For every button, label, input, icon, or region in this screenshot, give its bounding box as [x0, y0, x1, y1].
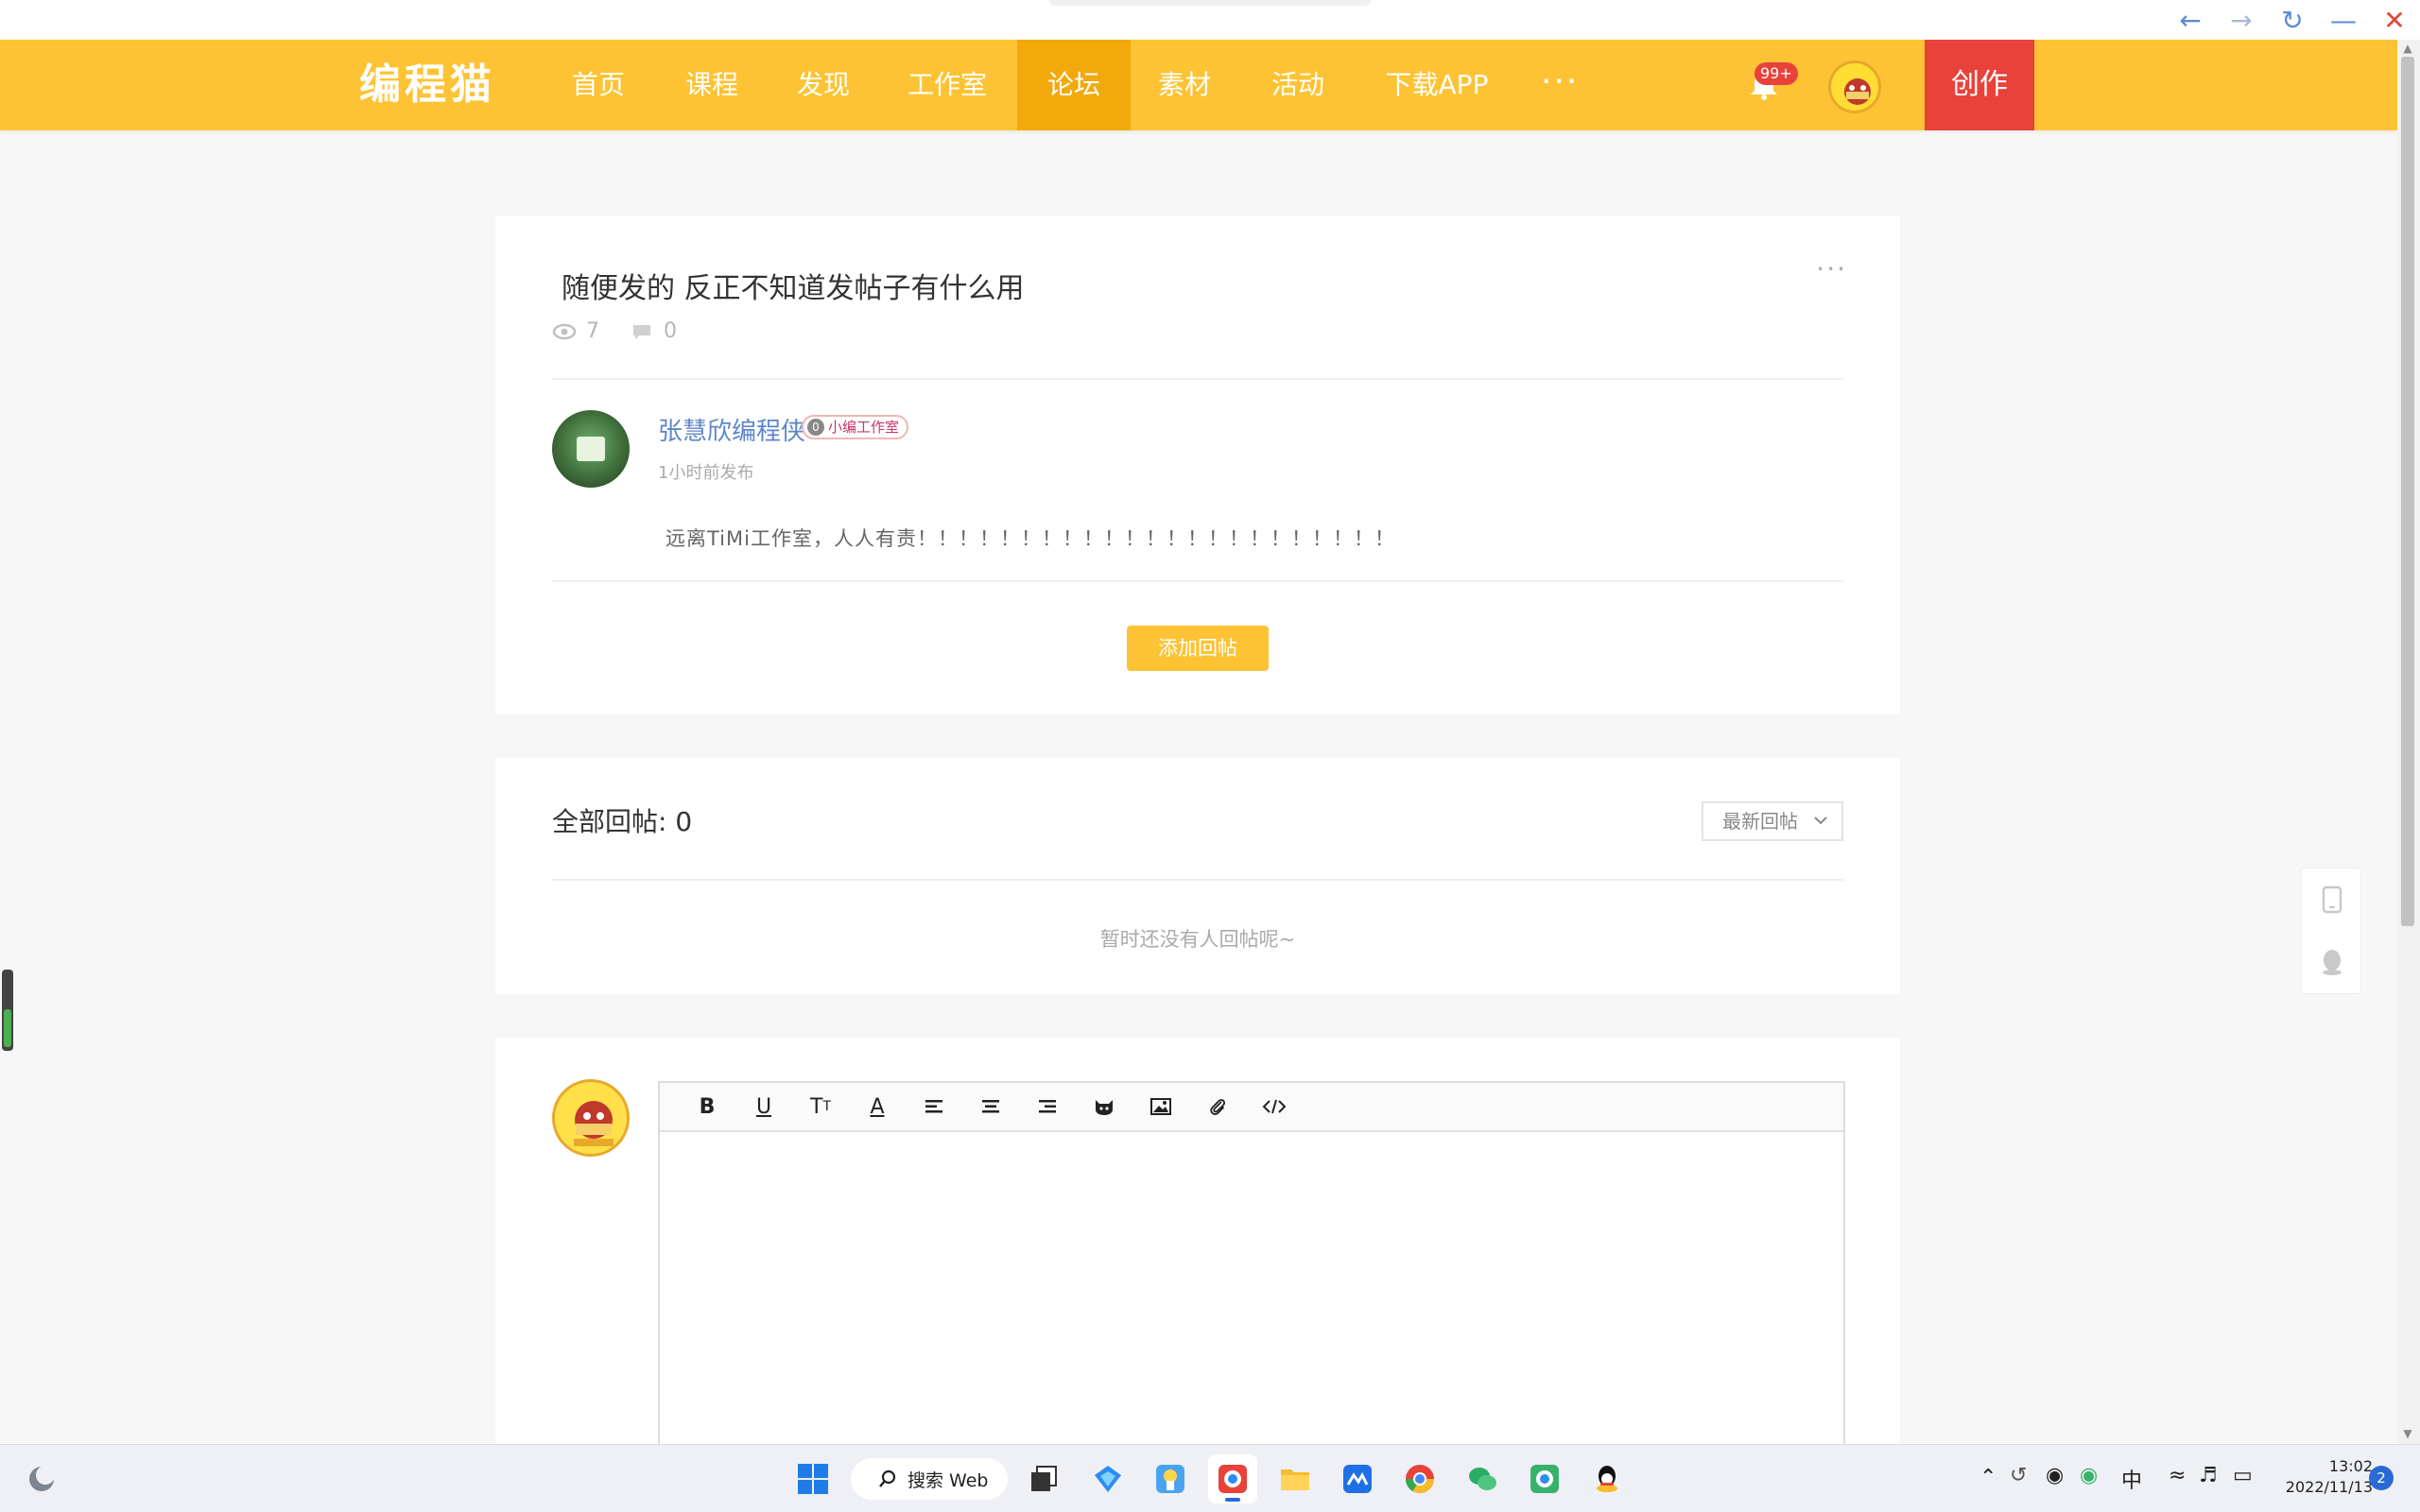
- author-name[interactable]: 张慧欣编程侠: [658, 412, 805, 447]
- mobile-icon[interactable]: [2302, 868, 2362, 931]
- battery-icon[interactable]: ▭: [2233, 1464, 2253, 1487]
- post-title: 随便发的 反正不知道发帖子有什么用: [562, 272, 1025, 305]
- nav-item-courses[interactable]: 课程: [669, 40, 754, 130]
- post-content: 远离TiMi工作室，人人有责！！！！！！！！！！！！！！！！！！！！！！！: [666, 527, 1395, 550]
- nav-item-discover[interactable]: 发现: [781, 40, 866, 130]
- notification-center-badge[interactable]: 2: [2369, 1466, 2394, 1490]
- post-time: 1小时前发布: [658, 463, 754, 483]
- clock-date: 2022/11/13: [2285, 1478, 2373, 1496]
- app-photos-icon[interactable]: [1520, 1454, 1569, 1503]
- nav-item-home[interactable]: 首页: [556, 40, 641, 130]
- search-icon: [879, 1469, 896, 1487]
- title-notch: [1049, 0, 1371, 6]
- nav-item-studio[interactable]: 工作室: [898, 40, 996, 130]
- align-left-icon[interactable]: [906, 1082, 962, 1131]
- replies-title: 全部回帖: 0: [552, 806, 693, 837]
- author-avatar[interactable]: [552, 410, 630, 488]
- wifi-icon[interactable]: ≈: [2169, 1464, 2186, 1487]
- code-icon[interactable]: [1246, 1082, 1303, 1131]
- post-stats: 7 0: [552, 319, 677, 343]
- tray-overflow-icon[interactable]: ⌃: [1979, 1466, 1996, 1489]
- scroll-down-icon[interactable]: ▼: [2402, 1427, 2413, 1440]
- nav-item-forum[interactable]: 论坛: [1017, 40, 1131, 130]
- editor-toolbar: B U TT A: [660, 1083, 1843, 1132]
- replies-card: 全部回帖: 0 最新回帖 暂时还没有人回帖呢~: [495, 758, 1900, 994]
- window-titlebar: ← → ↻ — ✕: [0, 0, 2420, 40]
- sort-label: 最新回帖: [1722, 810, 1798, 833]
- image-icon[interactable]: [1132, 1082, 1189, 1131]
- reply-editor-card: B U TT A: [495, 1038, 1900, 1459]
- bold-icon[interactable]: B: [679, 1082, 735, 1131]
- wechat-icon[interactable]: [1458, 1454, 1507, 1503]
- scroll-thumb[interactable]: [2401, 57, 2414, 926]
- post-divider: [552, 378, 1843, 380]
- chrome-icon[interactable]: [1395, 1454, 1444, 1503]
- badge-level: 0: [807, 419, 824, 436]
- post-card: 随便发的 反正不知道发帖子有什么用 ··· 7 0 张慧欣编程侠 0 小编工作室…: [495, 215, 1900, 714]
- side-float-panel: [2301, 868, 2361, 994]
- taskbar-search[interactable]: 搜索 Web: [851, 1458, 1008, 1500]
- current-user-avatar: [552, 1079, 630, 1157]
- qq-icon[interactable]: [2302, 931, 2362, 993]
- close-icon[interactable]: ✕: [2378, 4, 2411, 36]
- qq-tray-icon[interactable]: ◉: [2046, 1464, 2064, 1487]
- start-icon[interactable]: [788, 1454, 838, 1503]
- volume-muted-icon[interactable]: ♬: [2199, 1464, 2218, 1487]
- taskbar-clock[interactable]: 13:02 2022/11/13: [2269, 1456, 2373, 1498]
- create-button[interactable]: 创作: [1925, 40, 2034, 130]
- app-feishu-icon[interactable]: [1083, 1454, 1132, 1503]
- scroll-up-icon[interactable]: ▲: [2402, 42, 2413, 55]
- task-view-icon[interactable]: [1019, 1454, 1068, 1503]
- weather-icon[interactable]: [17, 1454, 66, 1503]
- replies-divider: [552, 879, 1843, 881]
- sync-icon[interactable]: ↺: [2010, 1464, 2027, 1487]
- eye-icon: [552, 323, 577, 339]
- empty-replies-text: 暂时还没有人回帖呢~: [1099, 928, 1296, 951]
- align-right-icon[interactable]: [1019, 1082, 1076, 1131]
- app-tencent-meeting-icon[interactable]: [1333, 1454, 1382, 1503]
- refresh-icon[interactable]: ↻: [2276, 4, 2308, 36]
- clock-time: 13:02: [2328, 1457, 2373, 1475]
- app-maps-icon[interactable]: [1146, 1454, 1195, 1503]
- align-center-icon[interactable]: [962, 1082, 1019, 1131]
- comment-icon: [633, 324, 650, 339]
- app-codemao-icon[interactable]: [1208, 1454, 1257, 1503]
- post-more-icon[interactable]: ···: [1816, 253, 1847, 284]
- attachment-icon[interactable]: [1189, 1082, 1246, 1131]
- site-navbar: 编程猫 首页 课程 发现 工作室 论坛 素材 活动 下载APP ··· 99+ …: [0, 40, 2397, 130]
- add-reply-button[interactable]: 添加回帖: [1127, 626, 1269, 671]
- nav-item-download-app[interactable]: 下载APP: [1374, 40, 1499, 130]
- underline-icon[interactable]: U: [735, 1082, 792, 1131]
- sort-select[interactable]: 最新回帖: [1702, 801, 1843, 841]
- user-avatar[interactable]: [1828, 60, 1881, 113]
- badge-label: 小编工作室: [828, 419, 900, 436]
- chevron-down-icon: [1814, 816, 1827, 825]
- comment-count: 0: [664, 319, 677, 343]
- nav-item-materials[interactable]: 素材: [1142, 40, 1227, 130]
- nav-item-activities[interactable]: 活动: [1255, 40, 1340, 130]
- volume-slider[interactable]: [2, 970, 13, 1051]
- minimize-icon[interactable]: —: [2327, 4, 2360, 36]
- taskbar: 搜索 Web ⌃ ↺ ◉ ◉ 中 ≈ ♬ ▭ 13:02 2022/11/13 …: [0, 1444, 2420, 1512]
- notification-badge: 99+: [1754, 62, 1798, 85]
- file-explorer-icon[interactable]: [1270, 1454, 1320, 1503]
- author-studio-badge[interactable]: 0 小编工作室: [802, 415, 909, 439]
- security-tray-icon[interactable]: ◉: [2080, 1464, 2098, 1487]
- nav-more-icon[interactable]: ···: [1541, 40, 1579, 130]
- font-color-icon[interactable]: A: [849, 1082, 906, 1131]
- site-logo[interactable]: 编程猫: [359, 57, 495, 113]
- qq-app-icon[interactable]: [1582, 1454, 1632, 1503]
- reply-editor[interactable]: B U TT A: [658, 1081, 1845, 1459]
- ime-indicator[interactable]: 中: [2121, 1464, 2142, 1494]
- emoji-icon[interactable]: [1076, 1082, 1132, 1131]
- back-icon[interactable]: ←: [2174, 4, 2206, 36]
- content-divider: [552, 580, 1843, 582]
- text-size-icon[interactable]: TT: [792, 1082, 849, 1131]
- search-label: 搜索 Web: [908, 1469, 989, 1491]
- view-count: 7: [586, 319, 599, 343]
- forward-icon[interactable]: →: [2225, 4, 2257, 36]
